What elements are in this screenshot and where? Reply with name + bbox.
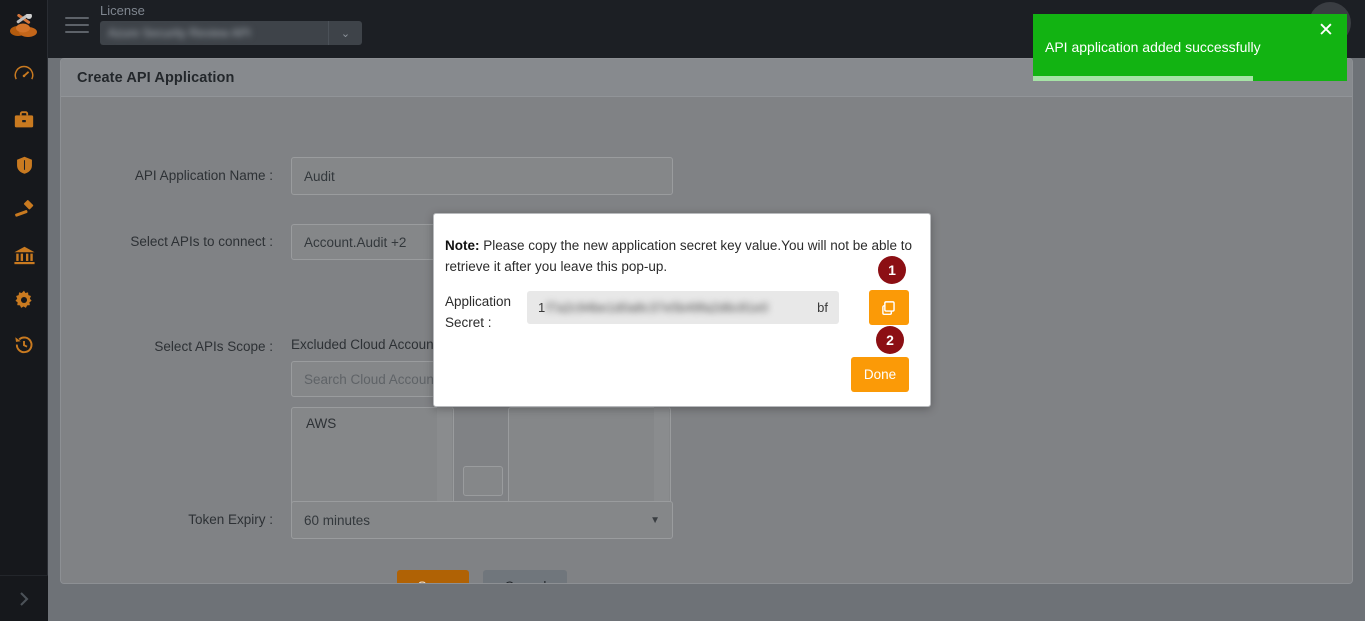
select-apis-label: Select APIs to connect : bbox=[130, 234, 273, 249]
app-logo[interactable] bbox=[0, 4, 48, 48]
chevron-down-icon: ▼ bbox=[650, 514, 660, 526]
hamburger-icon-line bbox=[65, 17, 89, 19]
page-title: Create API Application bbox=[77, 69, 235, 86]
gear-icon bbox=[15, 290, 32, 308]
toast-progress-bar bbox=[1033, 76, 1253, 81]
app-root: License Azure Security Review API ⌄ Crea… bbox=[0, 0, 1365, 621]
success-toast: API application added successfully ✕ bbox=[1033, 14, 1347, 81]
copy-pages-icon bbox=[882, 300, 895, 315]
sidebar-item-history[interactable] bbox=[0, 322, 48, 367]
license-selector-group: License Azure Security Review API ⌄ bbox=[100, 4, 362, 45]
license-selected-value: Azure Security Review API bbox=[108, 26, 251, 40]
chevron-down-icon: ⌄ bbox=[328, 21, 362, 45]
modal-note-text: Note: Please copy the new application se… bbox=[445, 235, 923, 277]
form-actions: Save Cancel bbox=[291, 570, 673, 583]
briefcase-icon bbox=[14, 110, 34, 127]
hamburger-icon-line bbox=[65, 24, 89, 26]
shield-icon bbox=[16, 156, 32, 174]
token-expiry-label: Token Expiry : bbox=[188, 512, 273, 527]
sidebar-item-remediation[interactable] bbox=[0, 187, 48, 232]
hamburger-icon-line bbox=[65, 31, 89, 33]
modal-note-body: Please copy the new application secret k… bbox=[445, 238, 913, 274]
toast-message: API application added successfully bbox=[1045, 39, 1261, 55]
application-secret-modal: Note: Please copy the new application se… bbox=[433, 213, 931, 407]
app-name-input[interactable]: Audit bbox=[291, 157, 673, 195]
app-name-label: API Application Name : bbox=[134, 168, 273, 183]
sidebar-item-business[interactable] bbox=[0, 97, 48, 142]
search-cloud-account-input[interactable]: Search Cloud Account bbox=[291, 361, 454, 397]
sidebar-item-security[interactable] bbox=[0, 142, 48, 187]
bank-icon bbox=[13, 246, 35, 264]
save-button[interactable]: Save bbox=[396, 570, 470, 583]
sidebar-nav bbox=[0, 52, 48, 367]
step-badge-2: 2 bbox=[876, 326, 904, 354]
sidebar-item-dashboard[interactable] bbox=[0, 52, 48, 97]
sidebar-item-settings[interactable] bbox=[0, 277, 48, 322]
sidebar-expand-button[interactable] bbox=[0, 575, 48, 621]
chevron-right-icon bbox=[20, 591, 29, 606]
form-row-app-name: API Application Name : Audit bbox=[61, 157, 673, 195]
secret-suffix: bf bbox=[817, 300, 828, 315]
sidebar-item-governance[interactable] bbox=[0, 232, 48, 277]
toast-progress-track bbox=[1033, 76, 1347, 81]
history-icon bbox=[15, 336, 33, 353]
left-sidebar bbox=[0, 0, 48, 621]
hamburger-menu-button[interactable] bbox=[63, 14, 91, 36]
cancel-button[interactable]: Cancel bbox=[483, 570, 568, 583]
done-button[interactable]: Done bbox=[851, 357, 909, 392]
token-expiry-dropdown[interactable]: 60 minutes ▼ bbox=[291, 501, 673, 539]
close-icon[interactable]: ✕ bbox=[1315, 20, 1337, 42]
cloud-tools-logo-icon bbox=[10, 14, 37, 37]
license-dropdown[interactable]: Azure Security Review API ⌄ bbox=[100, 21, 362, 45]
transfer-forward-button[interactable] bbox=[463, 466, 503, 496]
secret-masked-value: f7a2c94be1d0a8c37e5b49fa2d6c81e0 bbox=[546, 300, 769, 315]
list-item[interactable]: AWS bbox=[292, 408, 453, 439]
step-badge-1: 1 bbox=[878, 256, 906, 284]
secret-prefix: 1 bbox=[538, 300, 546, 315]
modal-note-prefix: Note: bbox=[445, 238, 480, 253]
license-label: License bbox=[100, 3, 145, 18]
application-secret-label: Application Secret : bbox=[445, 294, 512, 330]
form-row-token-expiry: Token Expiry : 60 minutes ▼ bbox=[61, 501, 673, 539]
gauge-icon bbox=[14, 65, 34, 79]
api-scope-label: Select APIs Scope : bbox=[154, 339, 273, 354]
application-secret-value-box[interactable]: 1 f7a2c94be1d0a8c37e5b49fa2d6c81e0 bf bbox=[527, 291, 839, 324]
gavel-icon bbox=[14, 199, 33, 217]
copy-secret-button[interactable] bbox=[869, 290, 909, 325]
token-expiry-value: 60 minutes bbox=[304, 512, 371, 528]
